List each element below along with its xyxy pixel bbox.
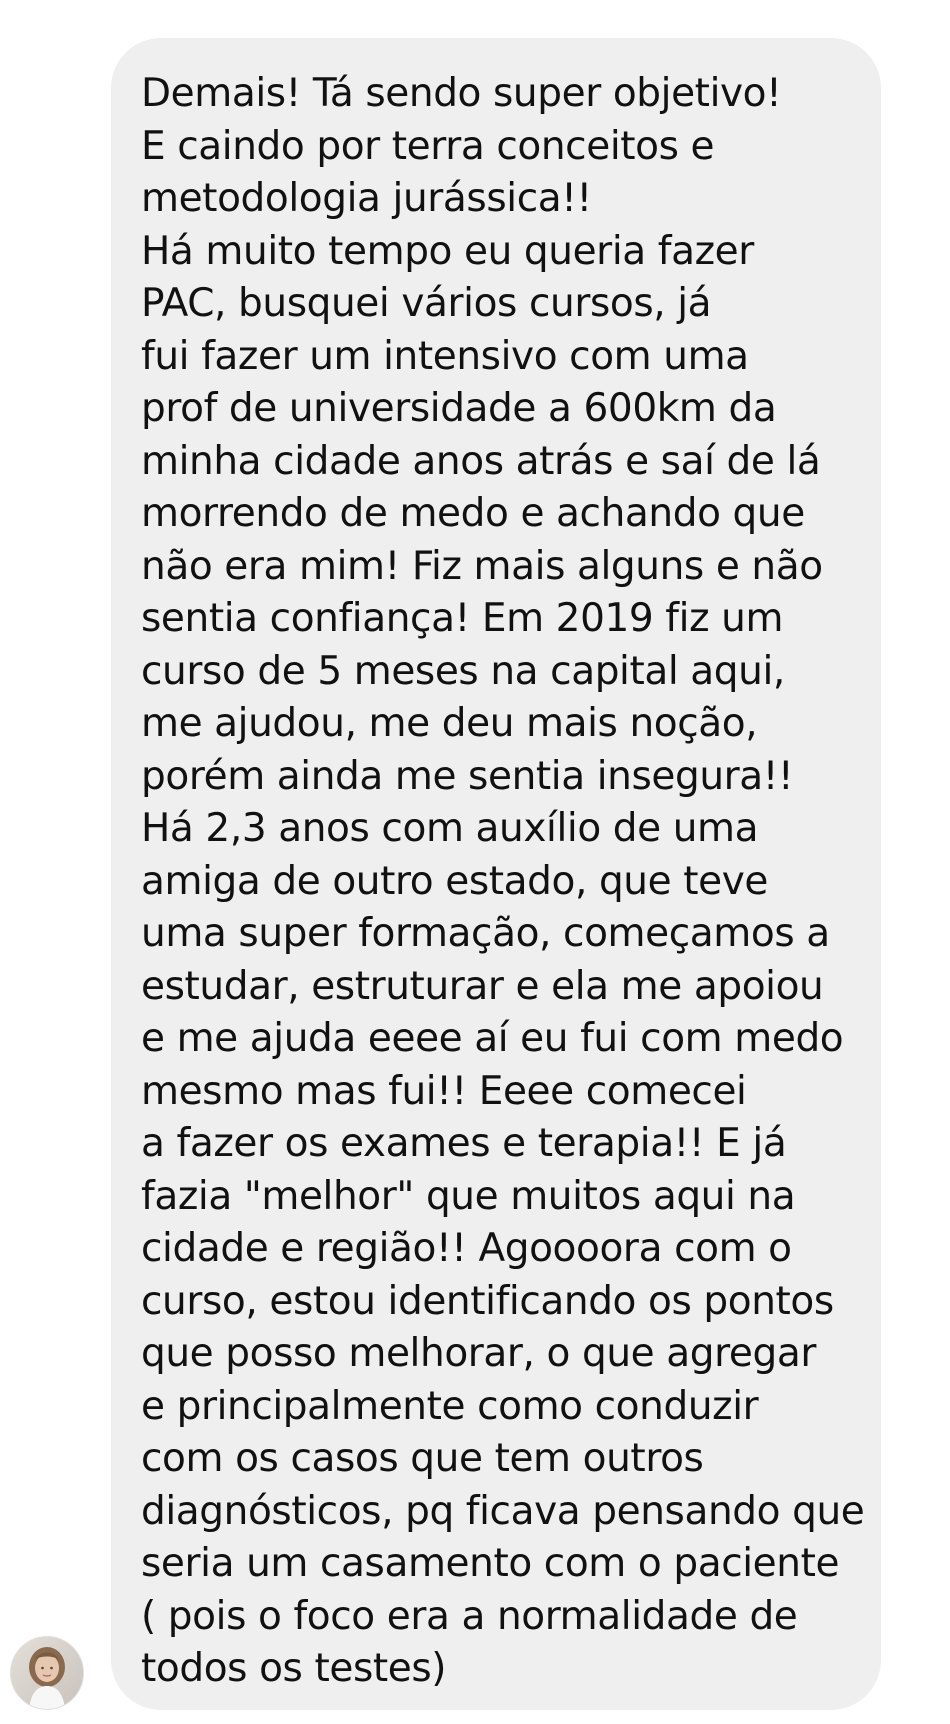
message-line: que posso melhorar, o que agregar xyxy=(141,1331,816,1376)
profile-photo-icon xyxy=(11,1637,83,1709)
message-line: cidade e região!! Agoooora com o xyxy=(141,1226,792,1271)
message-line: a fazer os exames e terapia!! E já xyxy=(141,1121,787,1166)
message-line: com os casos que tem outros xyxy=(141,1436,704,1481)
message-line: Demais! Tá sendo super objetivo! xyxy=(141,71,782,116)
message-bubble[interactable]: Demais! Tá sendo super objetivo! E caind… xyxy=(111,38,881,1710)
message-line: Há 2,3 anos com auxílio de uma xyxy=(141,806,759,851)
message-line: ( pois o foco era a normalidade de xyxy=(141,1593,798,1639)
message-line: estudar, estruturar e ela me apoiou xyxy=(141,963,824,1009)
sender-avatar[interactable] xyxy=(10,1636,84,1710)
message-line: fazia "melhor" que muitos aqui na xyxy=(141,1173,796,1219)
message-line: PAC, busquei vários cursos, já xyxy=(141,281,712,326)
message-line: e principalmente como conduzir xyxy=(141,1383,759,1429)
message-line: curso de 5 meses na capital aqui, xyxy=(141,648,785,694)
chat-thread: Demais! Tá sendo super objetivo! E caind… xyxy=(0,0,950,1724)
message-line: minha cidade anos atrás e saí de lá xyxy=(141,438,821,484)
message-line: seria um casamento com o paciente xyxy=(141,1541,840,1586)
message-line: sentia confiança! Em 2019 fiz um xyxy=(141,596,784,641)
message-line: uma super formação, começamos a xyxy=(141,911,830,956)
message-line: fui fazer um intensivo com uma xyxy=(141,333,749,379)
message-line: curso, estou identificando os pontos xyxy=(141,1278,834,1324)
message-line: não era mim! Fiz mais alguns e não xyxy=(141,543,823,589)
message-line: mesmo mas fui!! Eeee comecei xyxy=(141,1068,747,1114)
message-line: me ajudou, me deu mais noção, xyxy=(141,701,758,746)
message-line: diagnósticos, pq ficava pensando que xyxy=(141,1488,865,1534)
message-line: morrendo de medo e achando que xyxy=(141,491,805,536)
message-line: Há muito tempo eu queria fazer xyxy=(141,228,754,274)
message-line: prof de universidade a 600km da xyxy=(141,386,777,431)
message-line: metodologia jurássica!! xyxy=(141,176,592,221)
message-line: E caindo por terra conceitos e xyxy=(141,123,715,169)
message-line: porém ainda me sentia insegura!! xyxy=(141,753,794,799)
message-line: e me ajuda eeee aí eu fui com medo xyxy=(141,1016,844,1061)
message-line: todos os testes) xyxy=(141,1646,447,1691)
message-line: amiga de outro estado, que teve xyxy=(141,858,768,904)
